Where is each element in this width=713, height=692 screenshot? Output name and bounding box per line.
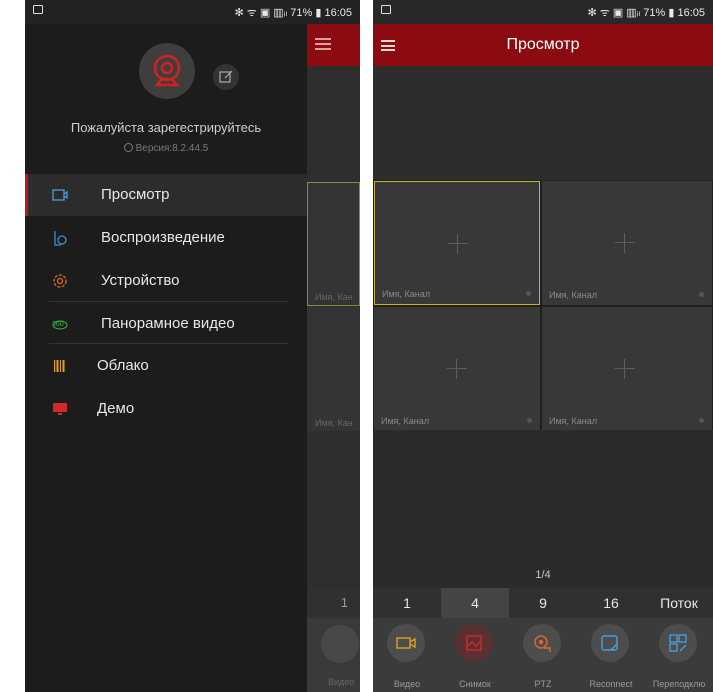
cloud-barcode-icon [54,360,65,372]
video-tile[interactable]: Имя, Канал [374,181,540,305]
add-channel-icon[interactable] [448,234,468,254]
demo-monitor-icon [53,403,67,415]
add-channel-icon[interactable] [615,233,635,253]
background-tile-label: Имя, Кан [315,418,353,428]
nav-item-label: Воспроизведение [101,229,225,246]
nav-item-label: Демо [97,400,135,417]
status-dot [526,291,531,296]
reconnect-all-button[interactable]: Переподклю [645,618,713,692]
panorama-360-icon: 360 [52,320,68,330]
snapshot-icon [455,624,493,662]
nav-item-playback[interactable]: Воспроизведение [25,217,307,259]
background-split-value: 1 [307,588,360,618]
toolbar-label: Видео [393,679,421,689]
divider [49,301,289,302]
background-tile [307,307,360,431]
background-toolbar-label: Видео [328,677,355,687]
bottom-toolbar: Видео Снимок PTZ Reconnect Переподклю [373,618,713,692]
toolbar-label: PTZ [534,679,552,689]
register-prompt[interactable]: Пожалуйста зарегестрируйтесь [25,120,307,135]
split-option-1[interactable]: 1 [373,588,441,618]
left-screen: ✻ ᯤ ▣ ▥ᵢₗ 71% ▮ 16:05 Имя, Кан Имя, Кан … [25,0,360,692]
reconnect-grid-icon [659,624,697,662]
app-header: Просмотр [373,24,713,66]
nav-item-cloud[interactable]: Облако [25,345,307,387]
nav-item-label: Облако [97,357,149,374]
split-option-9[interactable]: 9 [509,588,577,618]
nav-item-panorama[interactable]: 360 Панорамное видео [25,303,307,345]
background-tile-label: Имя, Кан [315,292,353,302]
toolbar-label: Снимок [459,679,491,689]
video-camera-icon [387,624,425,662]
toolbar-label: Reconnect [589,679,633,689]
divider [49,343,289,344]
tile-label: Имя, Канал [381,416,430,426]
toolbar-label: Переподклю [652,679,706,689]
version-label: Версия:8.2.44.5 [25,143,307,154]
page-indicator: 1/4 [535,569,551,581]
playback-icon [54,231,67,246]
menu-icon[interactable] [315,38,331,50]
split-option-4[interactable]: 4 [441,588,509,618]
status-dot [699,292,704,297]
gallery-notification-icon [33,5,43,14]
page-title: Просмотр [506,36,580,53]
video-tile[interactable]: Имя, Канал [542,307,712,431]
webcam-icon [153,54,181,87]
version-text: Версия:8.2.44.5 [135,143,209,154]
video-tile[interactable]: Имя, Канал [542,181,712,305]
video-camera-icon [321,625,359,663]
tile-label: Имя, Канал [382,289,431,299]
status-bar: ✻ ᯤ ▣ ▥ᵢₗ 71% ▮ 16:05 [373,0,713,24]
preview-top-area [373,66,713,180]
record-video-button[interactable]: Видео [373,618,441,692]
video-grid: Имя, Канал Имя, Канал Имя, Канал Имя, Ка… [373,180,713,431]
tile-label: Имя, Канал [549,290,598,300]
status-bar: ✻ ᯤ ▣ ▥ᵢₗ 71% ▮ 16:05 [25,0,360,24]
nav-item-demo[interactable]: Демо [25,388,307,430]
device-gear-icon [53,274,67,288]
preview-lower-area [373,430,713,588]
right-screen: ✻ ᯤ ▣ ▥ᵢₗ 71% ▮ 16:05 Просмотр Имя, Кана… [373,0,713,692]
reconnect-icon [591,624,629,662]
video-tile[interactable]: Имя, Канал [374,307,540,431]
avatar[interactable] [139,43,195,99]
split-option-stream[interactable]: Поток [645,588,713,618]
camera-icon [52,189,68,201]
add-channel-icon[interactable] [615,359,635,379]
split-option-16[interactable]: 16 [577,588,645,618]
nav-item-label: Панорамное видео [101,315,235,332]
background-tile [307,182,360,306]
status-dot [699,418,704,423]
status-bar-right: ✻ ᯤ ▣ ▥ᵢₗ 71% ▮ 16:05 [587,7,705,19]
nav-item-label: Просмотр [101,186,170,203]
reconnect-button[interactable]: Reconnect [577,618,645,692]
gallery-notification-icon [381,5,391,14]
add-channel-icon[interactable] [447,359,467,379]
status-dot [527,418,532,423]
nav-item-live-view[interactable]: Просмотр [25,174,307,216]
nav-item-label: Устройство [101,272,180,289]
nav-item-device[interactable]: Устройство [25,260,307,302]
snapshot-button[interactable]: Снимок [441,618,509,692]
edit-profile-icon[interactable] [213,64,239,90]
ptz-button[interactable]: PTZ [509,618,577,692]
version-icon [123,143,133,152]
tile-label: Имя, Канал [549,416,598,426]
split-selector: 1 4 9 16 Поток [373,588,713,618]
status-bar-right: ✻ ᯤ ▣ ▥ᵢₗ 71% ▮ 16:05 [234,7,352,19]
ptz-icon [523,624,561,662]
navigation-drawer: Пожалуйста зарегестрируйтесь Версия:8.2.… [25,24,307,692]
